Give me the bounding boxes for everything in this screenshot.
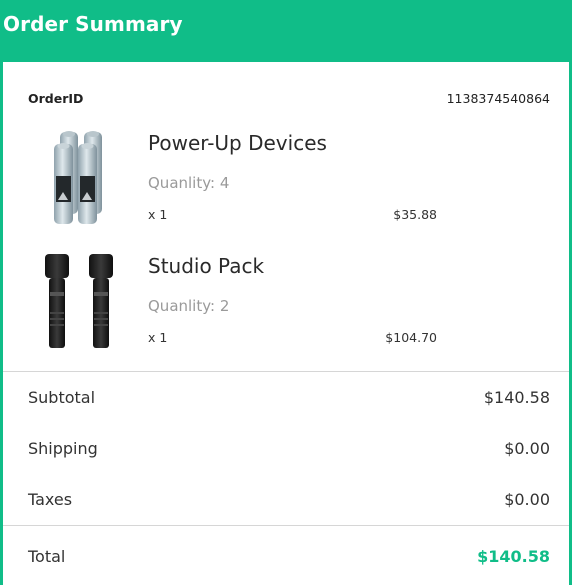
divider [3,525,569,526]
shipping-label: Shipping [28,439,98,458]
item-name: Power-Up Devices [148,131,327,155]
item-multiplier: x 1 [148,330,168,345]
page-title: Order Summary [3,12,183,36]
subtotal-value: $140.58 [483,388,550,407]
divider [3,371,569,372]
item-multiplier: x 1 [148,207,168,222]
item-quantity: Quanlity: 4 [148,174,230,192]
shipping-value: $0.00 [504,439,550,458]
order-summary-header: Order Summary [0,0,572,62]
taxes-label: Taxes [28,490,73,509]
order-id-label: OrderID [28,91,84,106]
item-name: Studio Pack [148,254,265,278]
item-price: $104.70 [385,330,437,345]
battery-pack-icon [40,126,118,224]
item-quantity: Quanlity: 2 [148,297,230,315]
total-label: Total [28,547,66,566]
total-value: $140.58 [477,547,550,566]
subtotal-label: Subtotal [28,388,96,407]
order-id-value: 1138374540864 [446,91,550,106]
flashlight-pack-icon [40,252,118,350]
taxes-value: $0.00 [504,490,550,509]
left-accent-border [0,62,3,585]
item-price: $35.88 [393,207,437,222]
